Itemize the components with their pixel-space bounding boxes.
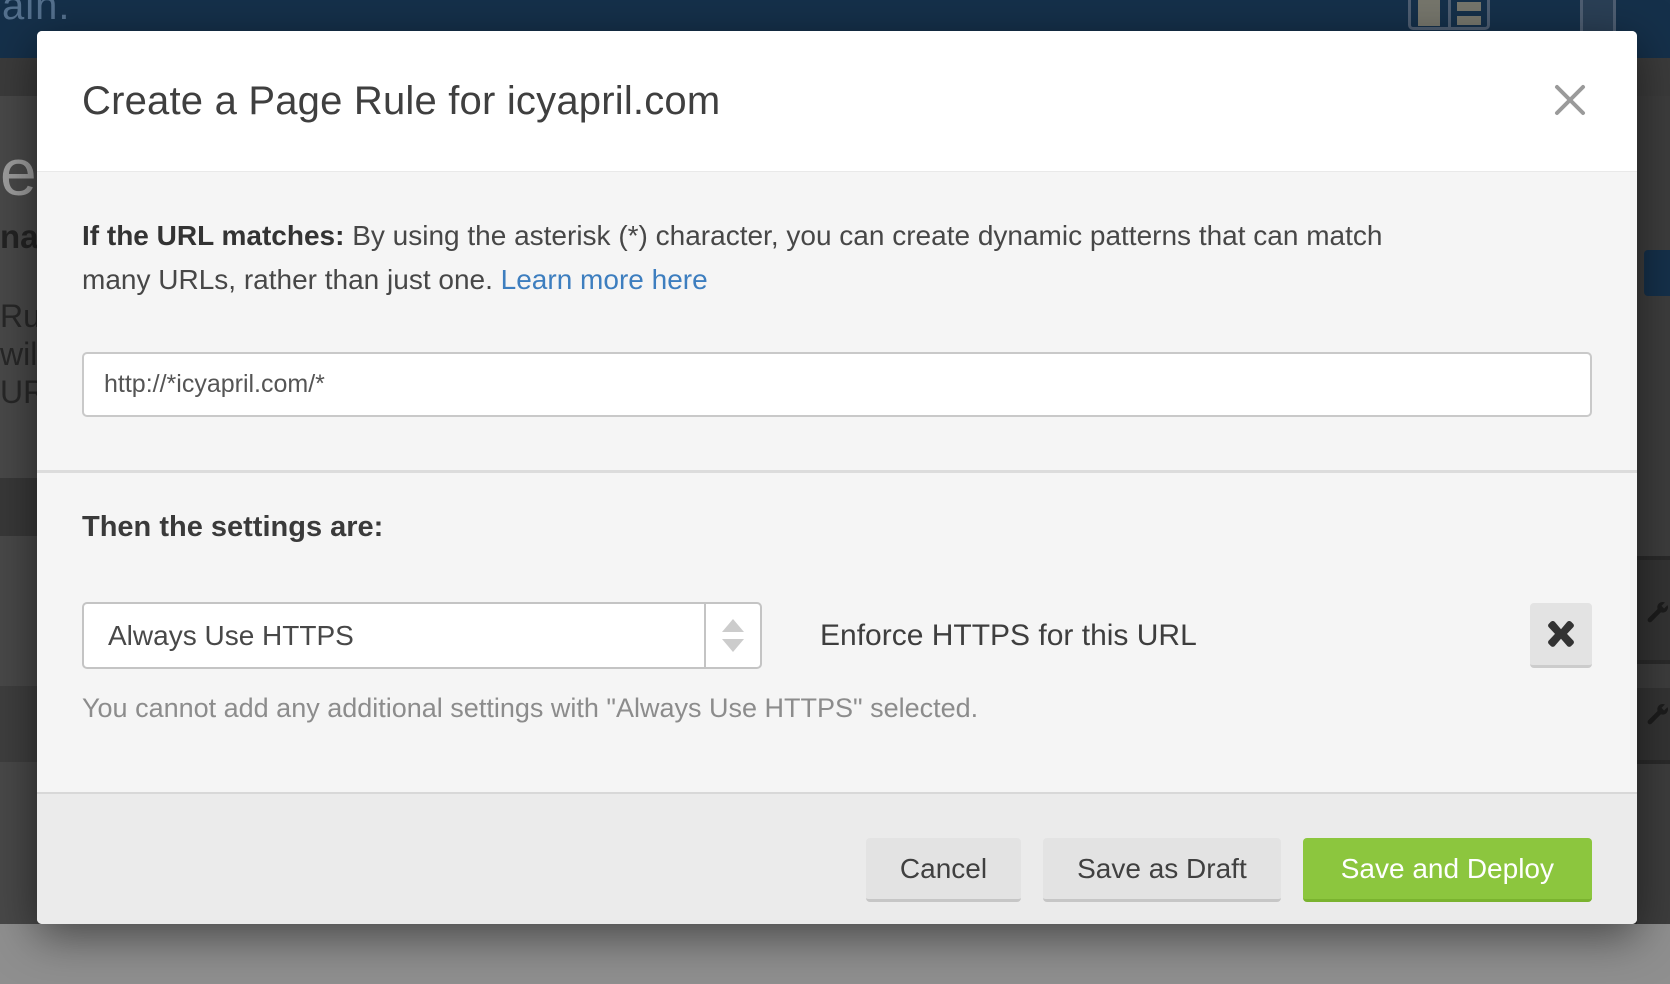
modal-footer: Cancel Save as Draft Save and Deploy [37,792,1637,924]
select-spinner-icon [704,604,760,667]
background-right-column [1634,96,1670,924]
settings-section: Then the settings are: Always Use HTTPS … [37,473,1637,792]
chevron-up-icon [722,619,744,632]
background-blue-button-fragment [1644,250,1670,296]
setting-row: Always Use HTTPS Enforce HTTPS for this … [82,602,1592,669]
setting-description: Enforce HTTPS for this URL [820,602,1197,669]
page-title: Create a Page Rule for icyapril.com [82,79,720,124]
settings-heading: Then the settings are: [82,473,1592,544]
url-match-description: If the URL matches: By using the asteris… [82,172,1592,302]
chevron-down-icon [722,639,744,652]
setting-select-value: Always Use HTTPS [84,604,704,667]
create-page-rule-modal: Create a Page Rule for icyapril.com If t… [37,31,1637,924]
view-toggle-icon [1408,0,1490,30]
close-button[interactable] [1551,81,1589,119]
background-heading-fragment: e [0,134,37,210]
close-icon [1553,83,1587,117]
background-text-fragment: Ru [0,298,41,335]
x-icon [1546,619,1576,649]
learn-more-link[interactable]: Learn more here [501,264,708,295]
modal-header: Create a Page Rule for icyapril.com [37,31,1637,172]
save-as-draft-button[interactable]: Save as Draft [1043,838,1281,902]
url-match-label: If the URL matches: [82,220,344,251]
url-match-section: If the URL matches: By using the asteris… [37,172,1637,470]
background-domain-text-fragment: ain. [2,0,71,29]
background-page-bottom [0,924,1670,984]
wrench-icon [1644,702,1670,733]
remove-setting-button[interactable] [1530,603,1592,668]
save-and-deploy-button[interactable]: Save and Deploy [1303,838,1592,902]
cancel-button[interactable]: Cancel [866,838,1021,902]
wrench-icon [1644,600,1670,631]
setting-note: You cannot add any additional settings w… [82,693,1592,724]
url-pattern-input[interactable] [82,352,1592,417]
setting-select[interactable]: Always Use HTTPS [82,602,762,669]
